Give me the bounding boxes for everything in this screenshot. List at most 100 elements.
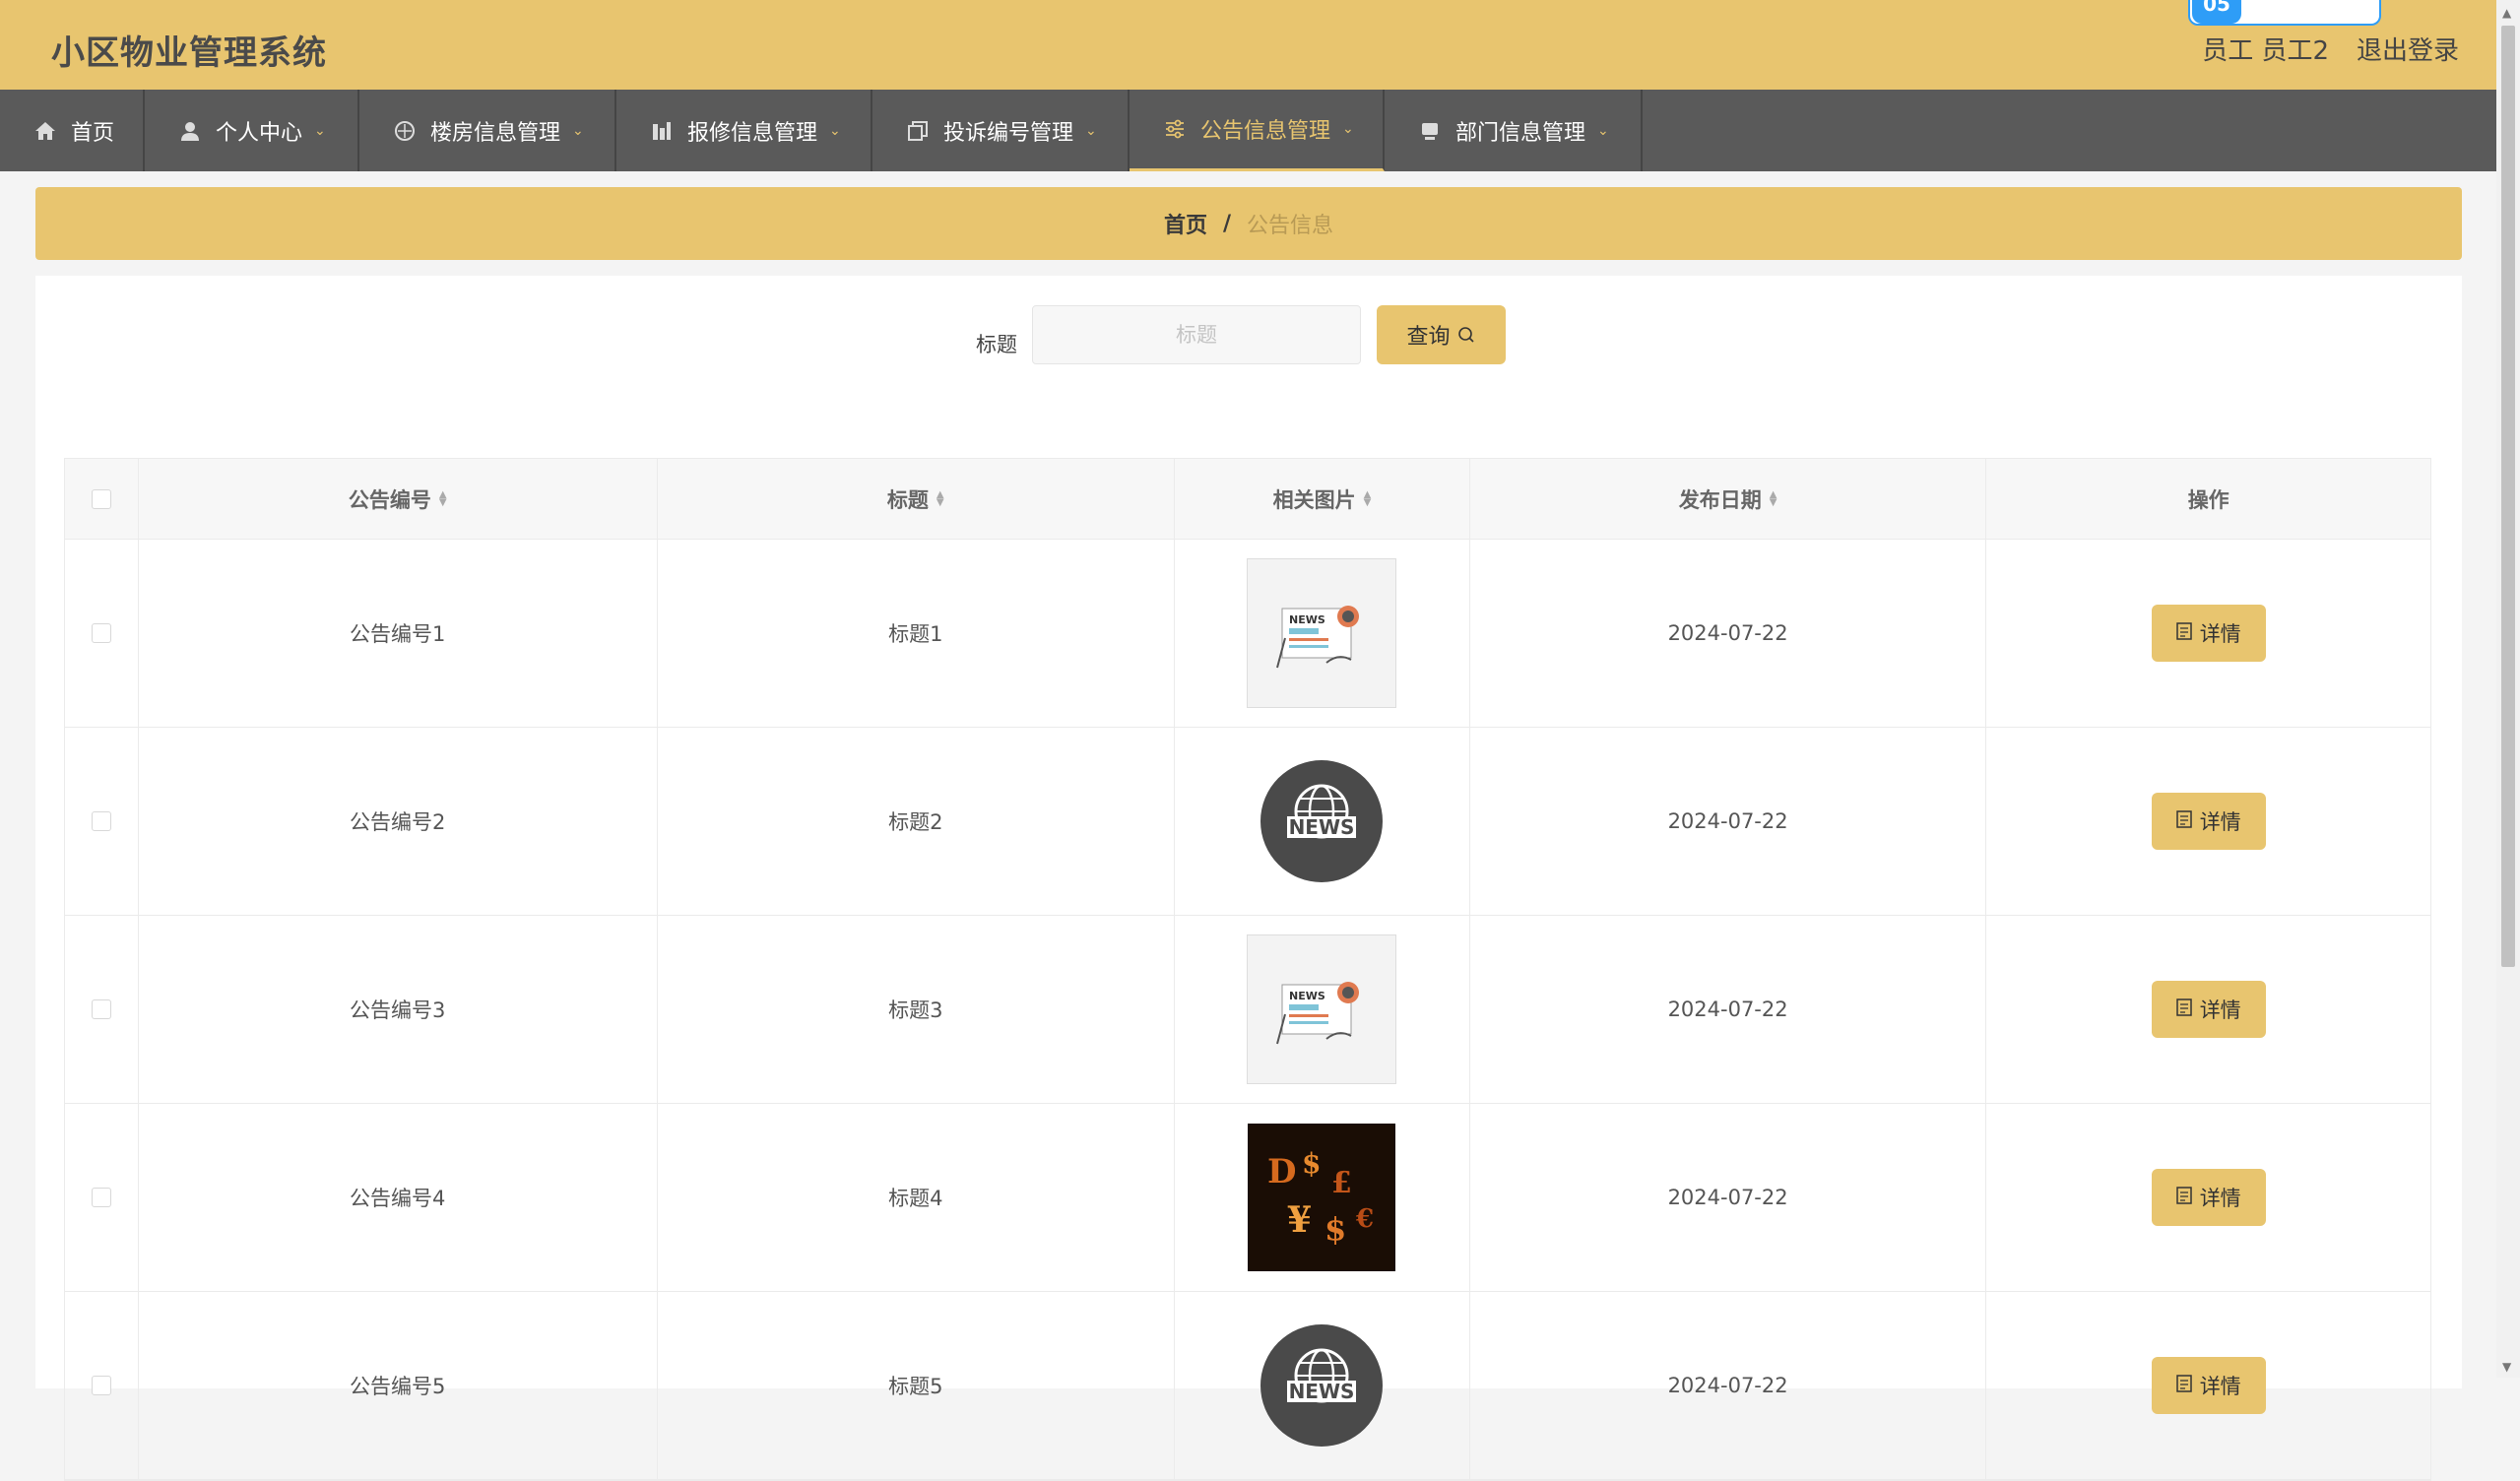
action-cell: 详情 [1986,540,2430,727]
row-checkbox[interactable] [91,999,111,1019]
current-user: 员工 员工2 [2202,36,2329,66]
detail-button[interactable]: 详情 [2151,1169,2266,1226]
code-cell: 公告编号2 [139,728,658,915]
breadcrumb: 首页 / 公告信息 [35,187,2462,260]
document-icon [2175,998,2192,1021]
header-action: 操作 [1986,459,2430,539]
row-select-cell [65,1104,139,1291]
sliders-icon [1163,117,1187,141]
document-icon [2175,1186,2192,1209]
title-cell: 标题5 [658,1292,1176,1479]
row-checkbox[interactable] [91,1376,111,1395]
row-checkbox[interactable] [91,623,111,643]
detail-button[interactable]: 详情 [2151,1357,2266,1414]
content-panel: 标题 查询 公告编号 ▲▼ 标题 ▲▼ 相关图片 ▲▼ 发布日期 ▲▼ [35,276,2462,1481]
action-cell: 详情 [1986,1292,2430,1479]
scroll-down-icon[interactable]: ▼ [2502,1360,2511,1374]
svg-text:$: $ [1302,1147,1321,1180]
svg-text:¥: ¥ [1287,1199,1312,1241]
announcement-table: 公告编号 ▲ ▼ 标题 ▲ ▼ 相关图片 ▲ ▼ 发布日期 ▲ ▼ 操作 公告编号1 [64,458,2431,1481]
monitor-icon [1418,119,1442,143]
svg-text:€: € [1355,1204,1374,1234]
sort-icon[interactable]: ▲ ▼ [937,489,944,507]
copy-icon [906,119,930,143]
action-cell: 详情 [1986,1104,2430,1291]
header-label: 相关图片 [1272,487,1356,512]
sort-icon[interactable]: ▲ ▼ [1770,489,1777,507]
search-input[interactable] [1032,305,1361,364]
nav-item-complaint[interactable]: 投诉编号管理 ⌄ [872,90,1130,171]
chevron-down-icon: ⌄ [1342,121,1354,137]
detail-button-label: 详情 [2199,998,2241,1022]
svg-text:£: £ [1331,1166,1352,1200]
home-icon [33,119,57,143]
sort-icon[interactable]: ▲ ▼ [439,489,447,507]
header-label: 标题 [886,487,929,512]
row-checkbox[interactable] [91,811,111,831]
breadcrumb-separator: / [1222,211,1232,236]
row-checkbox[interactable] [91,1188,111,1207]
compass-icon [393,119,417,143]
svg-text:NEWS: NEWS [1289,1380,1355,1403]
scroll-up-icon[interactable]: ▲ [2502,6,2511,20]
detail-button[interactable]: 详情 [2151,981,2266,1038]
header-date[interactable]: 发布日期 ▲ ▼ [1470,459,1987,539]
vertical-scrollbar[interactable]: ▲ ▼ [2496,0,2520,1378]
floating-widget[interactable]: 05 [2188,0,2381,26]
date-cell: 2024-07-22 [1470,728,1987,915]
title-cell: 标题1 [658,540,1176,727]
detail-button-label: 详情 [2199,1187,2241,1210]
nav-label: 报修信息管理 [687,120,818,146]
date-cell: 2024-07-22 [1470,540,1987,727]
news-paper-image[interactable]: NEWS [1247,934,1397,1084]
svg-text:NEWS: NEWS [1289,613,1325,626]
currency-image[interactable]: D $ £ ¥ $ € [1248,1124,1396,1271]
select-all-checkbox[interactable] [91,488,111,509]
detail-button-label: 详情 [2199,1375,2241,1398]
nav-item-home[interactable]: 首页 [0,90,145,171]
top-header: 小区物业管理系统 05 员工 员工2 退出登录 [0,0,2496,90]
nav-item-profile[interactable]: 个人中心 ⌄ [145,90,359,171]
search-button-label: 查询 [1406,325,1451,350]
row-select-cell [65,728,139,915]
search-label: 标题 [976,333,1017,356]
header-code[interactable]: 公告编号 ▲ ▼ [139,459,658,539]
news-globe-image[interactable]: NEWS [1248,747,1395,895]
detail-button[interactable]: 详情 [2151,793,2266,850]
scrollbar-thumb[interactable] [2501,26,2515,967]
image-cell: NEWS [1175,540,1470,727]
bar-chart-icon [650,119,674,143]
header-title[interactable]: 标题 ▲ ▼ [658,459,1176,539]
header-image[interactable]: 相关图片 ▲ ▼ [1175,459,1470,539]
sort-icon[interactable]: ▲ ▼ [1364,489,1372,507]
breadcrumb-home[interactable]: 首页 [1164,208,1207,239]
svg-text:$: $ [1325,1210,1346,1248]
nav-item-building[interactable]: 楼房信息管理 ⌄ [359,90,616,171]
nav-item-announcement[interactable]: 公告信息管理 ⌄ [1130,90,1385,171]
svg-text:D: D [1267,1152,1296,1191]
title-cell: 标题3 [658,916,1176,1103]
table-row: 公告编号5 标题5 NEWS 2024-07-22 详情 [65,1292,2430,1480]
news-globe-image[interactable]: NEWS [1248,1312,1395,1459]
select-all-cell [65,459,139,539]
user-icon [178,119,202,143]
date-cell: 2024-07-22 [1470,1104,1987,1291]
table-header-row: 公告编号 ▲ ▼ 标题 ▲ ▼ 相关图片 ▲ ▼ 发布日期 ▲ ▼ 操作 [65,459,2430,540]
title-cell: 标题2 [658,728,1176,915]
table-row: 公告编号2 标题2 NEWS 2024-07-22 详情 [65,728,2430,916]
header-label: 操作 [2187,487,2229,512]
header-label: 公告编号 [348,487,431,512]
nav-item-repair[interactable]: 报修信息管理 ⌄ [616,90,872,171]
nav-label: 首页 [71,120,115,146]
action-cell: 详情 [1986,916,2430,1103]
header-label: 发布日期 [1678,487,1762,512]
detail-button[interactable]: 详情 [2151,605,2266,662]
row-select-cell [65,916,139,1103]
row-select-cell [65,540,139,727]
news-paper-image[interactable]: NEWS [1247,558,1397,708]
logout-link[interactable]: 退出登录 [2357,31,2459,67]
chevron-down-icon: ⌄ [314,122,326,139]
nav-item-department[interactable]: 部门信息管理 ⌄ [1385,90,1643,171]
search-button[interactable]: 查询 [1377,305,1506,364]
widget-badge: 05 [2192,0,2241,24]
